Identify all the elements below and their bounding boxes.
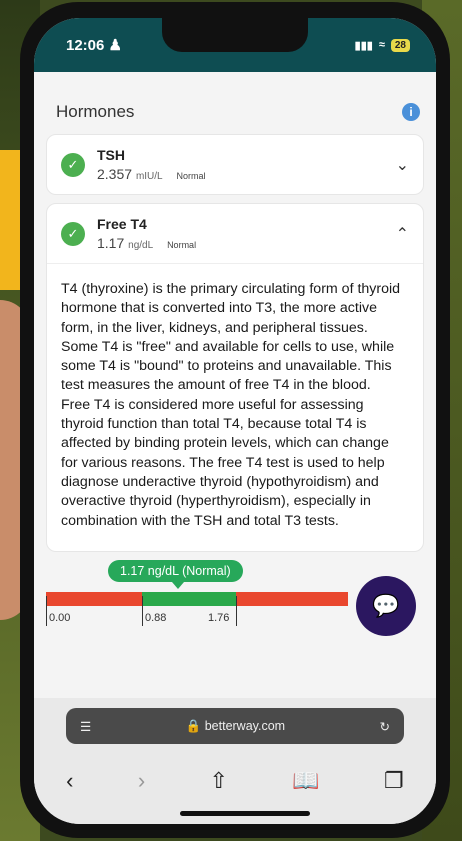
home-indicator — [180, 811, 310, 816]
test-summary: Free T4 1.17 ng/dL Normal — [97, 216, 396, 251]
badge-pointer — [172, 581, 184, 589]
value-badge: 1.17 ng/dL (Normal) — [108, 559, 243, 582]
test-name: Free T4 — [97, 216, 147, 232]
person-icon: ♟ — [108, 37, 122, 54]
range-normal-segment — [142, 591, 236, 606]
test-card-free-t4[interactable]: ✓ Free T4 1.17 ng/dL Normal ⌃ T4 (thyrox… — [46, 203, 424, 552]
info-icon[interactable]: i — [402, 103, 420, 121]
chevron-down-icon[interactable]: ⌄ — [396, 155, 409, 175]
test-description: T4 (thyroxine) is the primary circulatin… — [47, 263, 423, 551]
range-tick-label: 0.00 — [49, 611, 71, 624]
notch — [162, 18, 308, 52]
test-value-line: 2.357 mIU/L Normal — [97, 166, 396, 182]
share-icon[interactable]: ⇧ — [210, 768, 228, 794]
url-display[interactable]: 🔒 betterway.com — [186, 719, 285, 734]
test-status: Normal — [167, 240, 197, 250]
chevron-up-icon[interactable]: ⌃ — [396, 224, 409, 244]
range-tick — [46, 595, 47, 626]
back-icon[interactable]: ‹ — [66, 768, 73, 794]
test-summary: TSH 2.357 mIU/L Normal — [97, 147, 396, 182]
test-card-header[interactable]: ✓ Free T4 1.17 ng/dL Normal ⌃ — [47, 204, 423, 263]
test-status: Normal — [176, 171, 206, 181]
wifi-icon: ≈ — [378, 39, 385, 51]
pages-icon[interactable]: ❐ — [384, 768, 404, 794]
test-unit: mIU/L — [135, 171, 163, 182]
check-icon: ✓ — [61, 152, 85, 177]
status-time: 12:06 ♟ — [66, 37, 122, 54]
address-bar-area: ☰ 🔒 betterway.com ↻ — [34, 698, 436, 754]
range-indicator: 1.17 ng/dL (Normal) 0.00 0.88 1.76 💬 — [46, 559, 424, 650]
section-title: Hormones — [56, 102, 135, 121]
test-name: TSH — [97, 147, 125, 163]
range-tick — [142, 595, 143, 626]
test-card-header[interactable]: ✓ TSH 2.357 mIU/L Normal ⌄ — [47, 135, 423, 194]
signal-icon: ▮▮▮ — [354, 39, 373, 52]
main-content[interactable]: Hormones i ✓ TSH 2.357 mIU/L Normal ⌄ ✓ … — [34, 72, 436, 696]
range-tick-label: 1.76 — [208, 611, 230, 624]
address-bar[interactable]: ☰ 🔒 betterway.com ↻ — [66, 708, 404, 744]
lock-icon: 🔒 — [185, 718, 202, 733]
tabs-icon[interactable]: ☰ — [80, 719, 91, 734]
test-unit: ng/dL — [128, 240, 154, 251]
test-value-line: 1.17 ng/dL Normal — [97, 235, 396, 251]
range-tick-label: 0.88 — [145, 611, 167, 624]
range-high-segment — [236, 591, 348, 606]
test-value: 1.17 — [97, 235, 125, 251]
background-yellow-object — [0, 150, 22, 290]
chat-button[interactable]: 💬 — [356, 575, 416, 636]
bookmarks-icon[interactable]: 📖 — [292, 768, 319, 794]
status-icons: ▮▮▮ ≈ 28 — [354, 38, 410, 52]
check-icon: ✓ — [61, 221, 85, 246]
url-text: betterway.com — [204, 718, 286, 733]
range-low-segment — [46, 591, 142, 606]
range-tick — [236, 595, 237, 626]
battery-icon: 28 — [390, 38, 410, 52]
chat-icon: 💬 — [372, 592, 400, 618]
test-value: 2.357 — [97, 166, 133, 182]
forward-icon[interactable]: › — [138, 768, 145, 794]
phone-frame: 12:06 ♟ ▮▮▮ ≈ 28 Hormones i ✓ TSH 2.357 — [20, 2, 450, 838]
test-card-tsh[interactable]: ✓ TSH 2.357 mIU/L Normal ⌄ — [46, 134, 424, 195]
section-header: Hormones i — [46, 72, 424, 134]
phone-screen: 12:06 ♟ ▮▮▮ ≈ 28 Hormones i ✓ TSH 2.357 — [34, 18, 436, 824]
reload-icon[interactable]: ↻ — [380, 719, 390, 734]
